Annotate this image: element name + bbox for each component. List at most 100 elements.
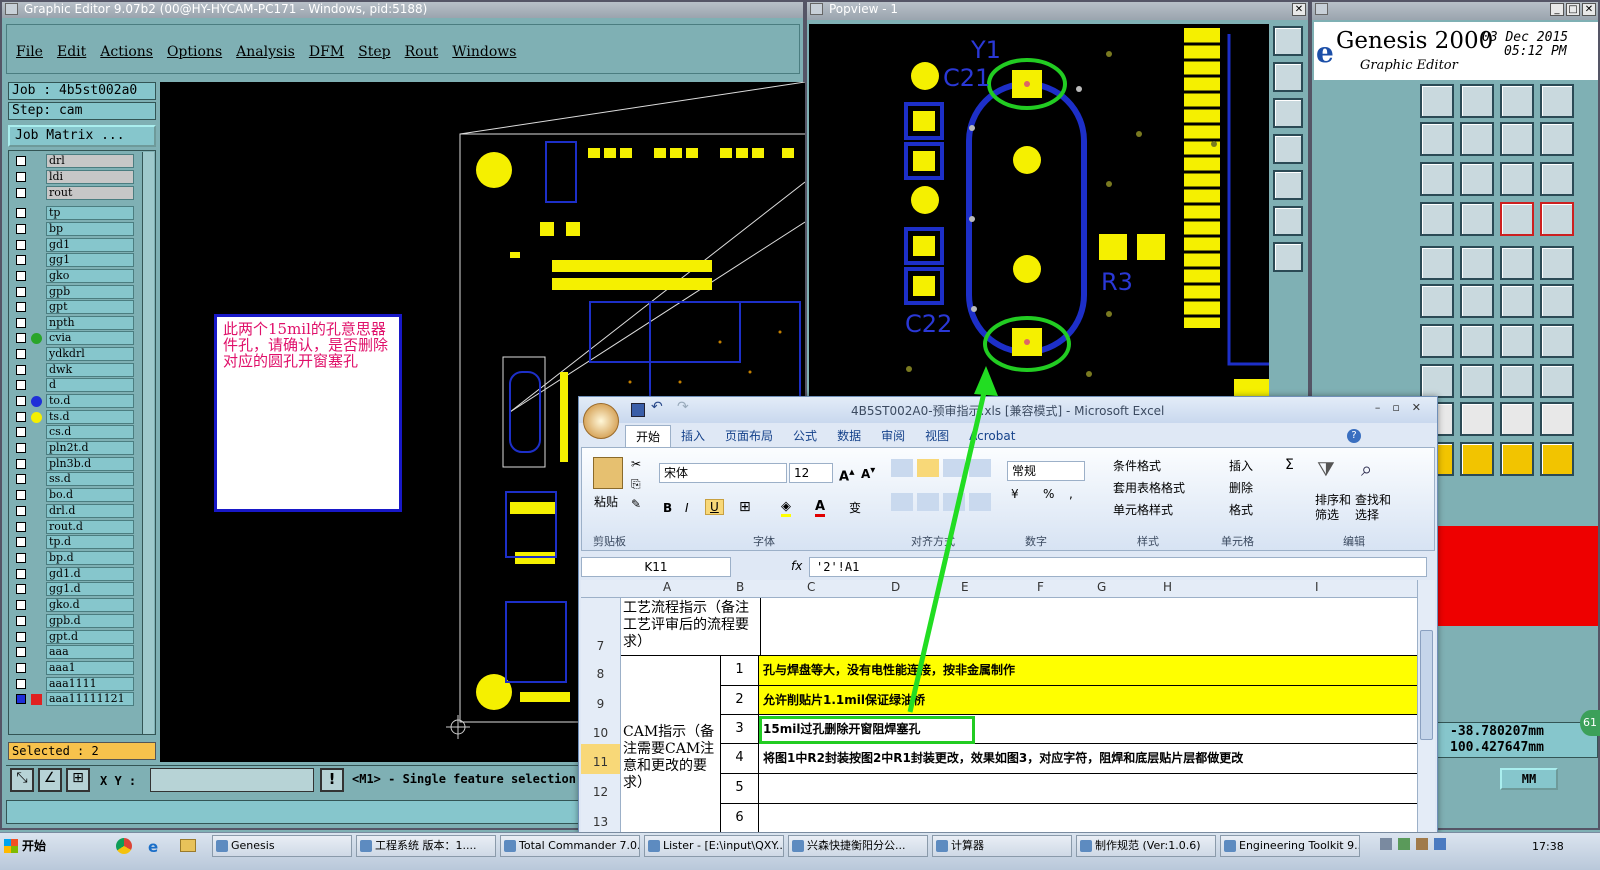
row-header-9[interactable]: 9 <box>581 686 621 715</box>
layer-row[interactable]: drl.d <box>10 504 150 518</box>
comma-icon[interactable]: , <box>1069 487 1073 501</box>
shrink-font-icon[interactable]: A▾ <box>861 465 875 481</box>
vscroll-thumb[interactable] <box>1420 630 1433 740</box>
cell-b13[interactable]: 6 <box>721 804 759 834</box>
cell-a11[interactable]: CAM指示（备注需要CAM注意和更改的要求） <box>621 656 721 835</box>
genesis-tool-10-icon[interactable] <box>1460 162 1494 196</box>
genesis-tool-30-icon[interactable] <box>1460 364 1494 398</box>
genesis-tool-18-icon[interactable] <box>1460 246 1494 280</box>
excel-vscroll[interactable] <box>1417 580 1435 835</box>
layer-row[interactable]: pln3b.d <box>10 457 150 471</box>
layer-checkbox[interactable] <box>16 600 26 610</box>
quicklaunch-ie-icon[interactable]: e <box>148 838 158 856</box>
layer-checkbox[interactable] <box>16 490 26 500</box>
layer-name[interactable]: aaa1 <box>46 661 134 675</box>
layer-name[interactable]: gpt <box>46 300 134 314</box>
layer-row[interactable]: aaa11111121 <box>10 692 150 706</box>
layer-row[interactable]: bo.d <box>10 488 150 502</box>
layer-checkbox[interactable] <box>16 240 26 250</box>
col-h[interactable]: H <box>1163 580 1172 594</box>
layer-checkbox[interactable] <box>16 412 26 422</box>
layer-name[interactable]: cs.d <box>46 425 134 439</box>
layer-name[interactable]: dwk <box>46 363 134 377</box>
maximize-icon[interactable]: □ <box>1566 3 1580 16</box>
layer-row[interactable]: rout.d <box>10 520 150 534</box>
undo-icon[interactable]: ↶ <box>651 399 663 415</box>
tab-page-layout[interactable]: 页面布局 <box>715 425 783 448</box>
genesis-tool-2-icon[interactable] <box>1460 84 1494 118</box>
layer-name[interactable]: gg1 <box>46 253 134 267</box>
align-right-icon[interactable] <box>943 493 965 511</box>
genesis-tool-32-icon[interactable] <box>1540 364 1574 398</box>
col-f[interactable]: F <box>1037 580 1044 594</box>
layer-checkbox[interactable] <box>16 443 26 453</box>
tab-data[interactable]: 数据 <box>827 425 871 448</box>
menu-dfm[interactable]: DFM <box>309 44 344 60</box>
cell-c11[interactable]: 将图1中R2封装按图2中R1封装更改，效果如图3，对应字符，阻焊和底层贴片层都做… <box>759 744 1417 774</box>
layer-checkbox[interactable] <box>16 208 26 218</box>
phonetic-icon[interactable]: 变 <box>849 499 861 516</box>
genesis-tool-3-icon[interactable] <box>1500 84 1534 118</box>
menu-file[interactable]: File <box>16 44 43 60</box>
layer-name[interactable]: tp <box>46 206 134 220</box>
layer-row[interactable]: drl <box>10 154 150 168</box>
layer-row[interactable]: aaa <box>10 645 150 659</box>
layer-checkbox[interactable] <box>16 569 26 579</box>
layer-checkbox[interactable] <box>16 522 26 532</box>
layer-name[interactable]: rout <box>46 186 134 200</box>
genesis-tool-12-icon[interactable] <box>1540 162 1574 196</box>
layer-row[interactable]: gko.d <box>10 598 150 612</box>
cell-b8[interactable]: 1 <box>721 656 759 686</box>
genesis-tool-7-icon[interactable] <box>1500 122 1534 156</box>
tab-review[interactable]: 审阅 <box>871 425 915 448</box>
align-top-icon[interactable] <box>891 459 913 477</box>
menu-actions[interactable]: Actions <box>100 44 153 60</box>
minimize-icon[interactable]: _ <box>1550 3 1564 16</box>
pv-tool-7-icon[interactable] <box>1273 242 1303 272</box>
layer-name[interactable]: drl <box>46 154 134 168</box>
editor-titlebar[interactable]: Graphic Editor 9.07b2 (00@HY-HYCAM-PC171… <box>2 2 803 18</box>
layer-name[interactable]: gpt.d <box>46 630 134 644</box>
xy-input[interactable] <box>150 768 314 792</box>
popview-titlebar[interactable]: Popview - 1 ✕ <box>807 2 1308 20</box>
underline-icon[interactable]: U <box>705 499 724 515</box>
pv-tool-6-icon[interactable] <box>1273 206 1303 236</box>
sort-filter-button[interactable]: 排序和筛选 <box>1315 493 1355 523</box>
genesis-tool-25-icon[interactable] <box>1420 324 1454 358</box>
bold-icon[interactable]: B <box>663 501 672 515</box>
layer-name[interactable]: ss.d <box>46 472 134 486</box>
genesis-tool-38-icon[interactable] <box>1460 442 1494 476</box>
conditional-format-button[interactable]: 条件格式 <box>1113 457 1161 474</box>
merge-icon[interactable] <box>969 493 991 511</box>
genesis-tool-23-icon[interactable] <box>1500 284 1534 318</box>
save-icon[interactable] <box>631 403 645 417</box>
layer-name[interactable]: cvia <box>46 331 134 345</box>
layer-name[interactable]: bp <box>46 222 134 236</box>
layer-row[interactable]: gpb.d <box>10 614 150 628</box>
copy-icon[interactable]: ⎘ <box>631 477 641 492</box>
layer-name[interactable]: bp.d <box>46 551 134 565</box>
sort-filter-icon[interactable]: ⧩ <box>1317 457 1335 481</box>
layer-name[interactable]: tp.d <box>46 535 134 549</box>
layer-row[interactable]: ydkdrl <box>10 347 150 361</box>
align-center-icon[interactable] <box>917 493 939 511</box>
genesis-tool-34-icon[interactable] <box>1460 402 1494 436</box>
excel-titlebar[interactable]: ↶ ↷ 4B5ST002A0-预审指示.xls [兼容模式] - Microso… <box>579 397 1437 439</box>
table-format-button[interactable]: 套用表格格式 <box>1113 479 1185 496</box>
genesis-tool-1-icon[interactable] <box>1420 84 1454 118</box>
layer-name[interactable]: npth <box>46 316 134 330</box>
genesis-tool-22-icon[interactable] <box>1460 284 1494 318</box>
layer-checkbox[interactable] <box>16 506 26 516</box>
layer-name[interactable]: gpb.d <box>46 614 134 628</box>
genesis-tool-15-icon[interactable] <box>1500 202 1534 236</box>
row-header-8[interactable]: 8 <box>581 656 621 686</box>
task-engineering-toolkit[interactable]: Engineering Toolkit 9.... <box>1220 835 1360 857</box>
layer-checkbox[interactable] <box>16 271 26 281</box>
layer-row[interactable]: gpt <box>10 300 150 314</box>
layer-name[interactable]: aaa <box>46 645 134 659</box>
measure-icon[interactable]: ∠ <box>38 768 62 792</box>
border-icon[interactable]: ⊞ <box>739 499 751 515</box>
tray-4-icon[interactable] <box>1434 838 1446 850</box>
layer-checkbox[interactable] <box>16 318 26 328</box>
menu-step[interactable]: Step <box>358 44 390 60</box>
